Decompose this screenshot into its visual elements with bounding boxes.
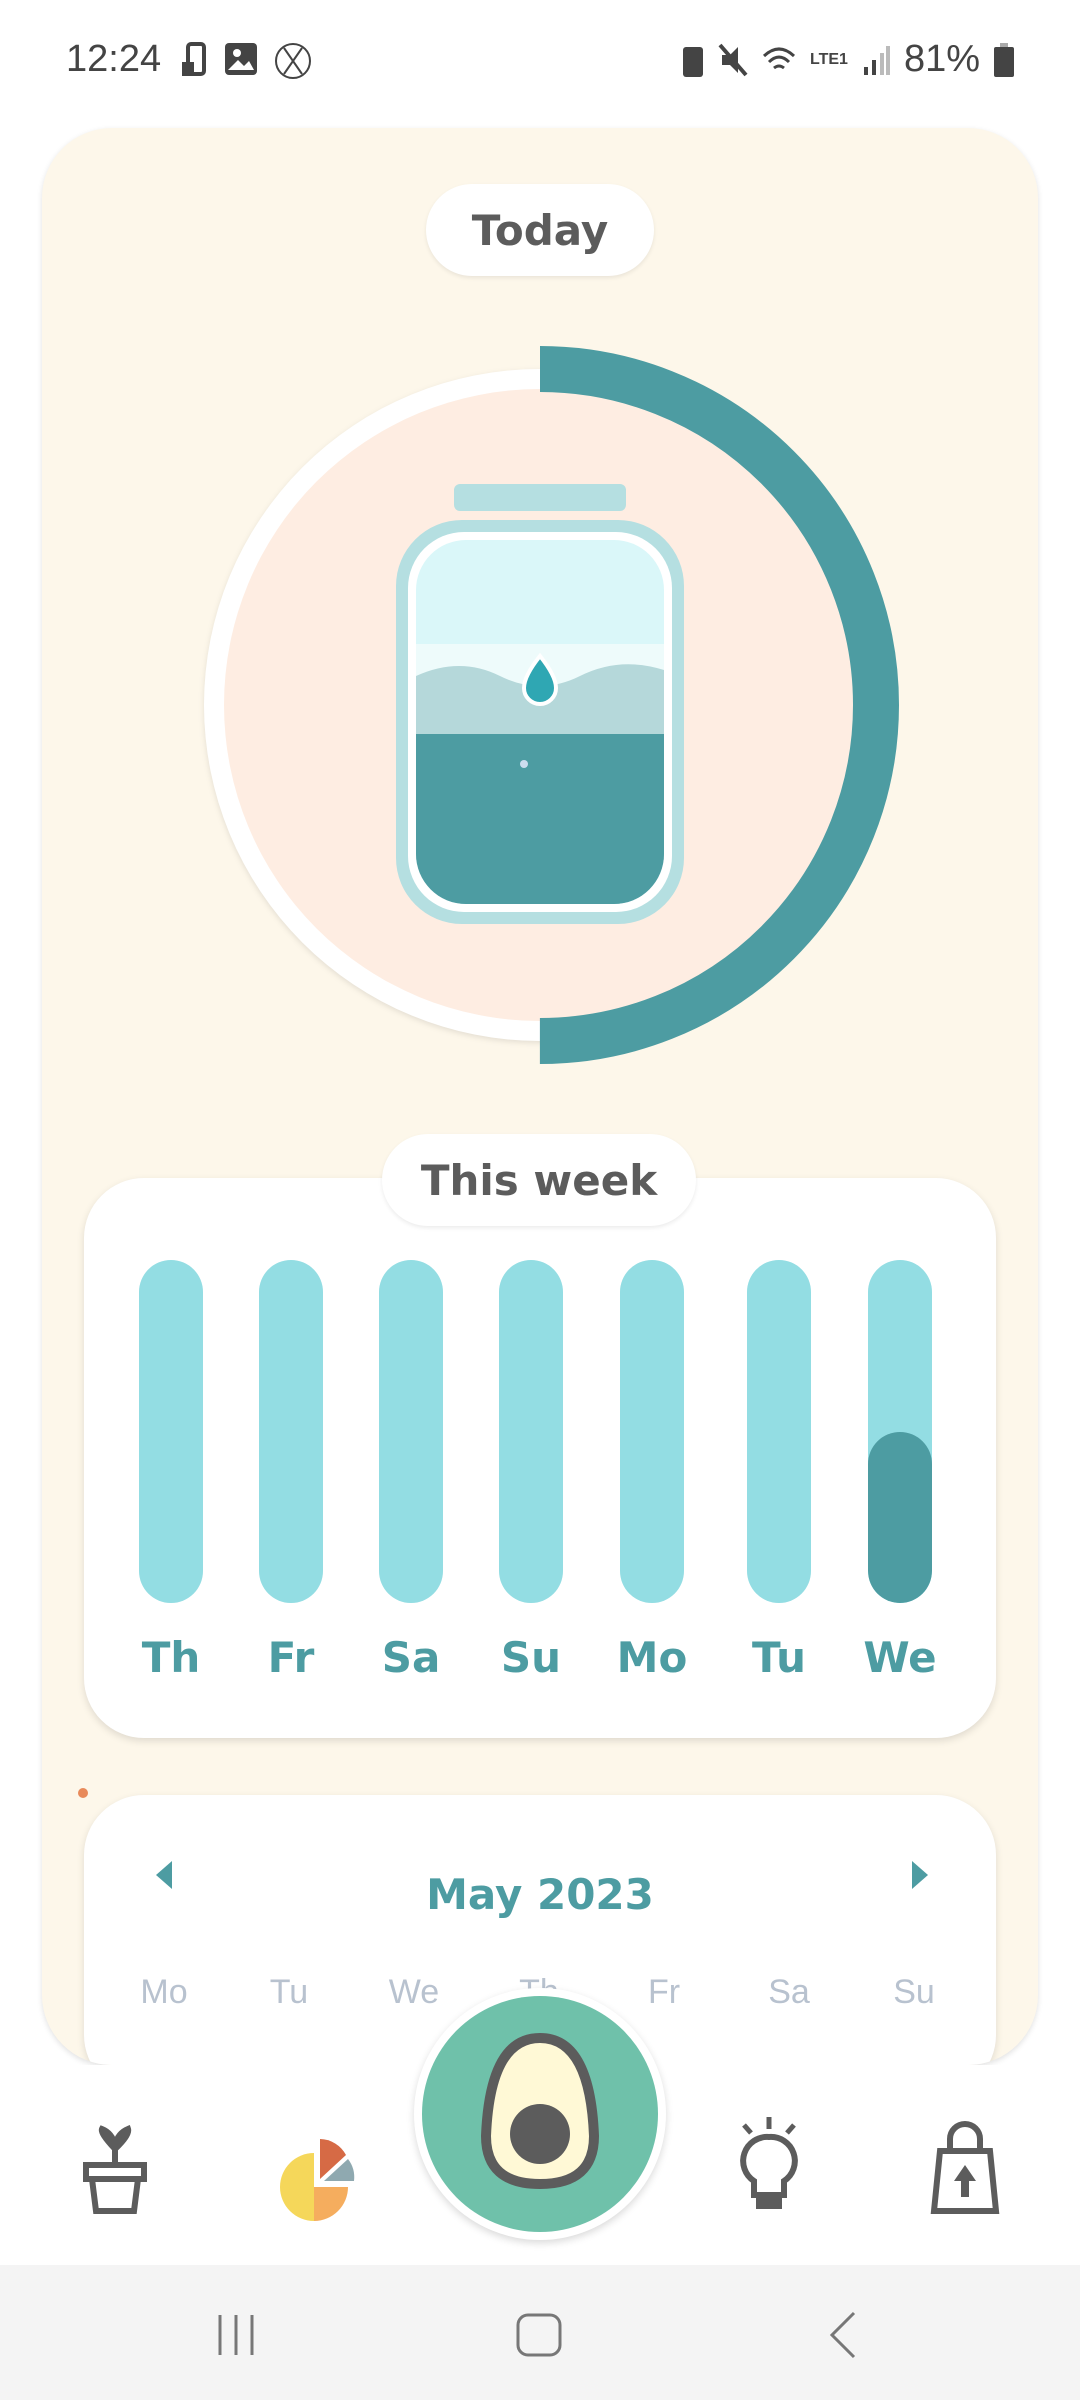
day-bar-we[interactable] <box>868 1260 932 1603</box>
day-bar-sa[interactable] <box>379 1260 443 1603</box>
next-month-button[interactable] <box>910 1859 930 1891</box>
day-label: Tu <box>752 1633 806 1682</box>
network-type: LTE1 <box>810 50 848 68</box>
this-week-label: This week <box>382 1134 696 1226</box>
phone-lock-icon <box>182 42 206 76</box>
stats-pie-icon[interactable] <box>272 2135 362 2221</box>
x-app-icon <box>275 43 311 79</box>
clock: 12:24 <box>66 38 162 80</box>
weekday-header: Tu <box>269 1973 309 2011</box>
water-jar-icon <box>396 484 684 924</box>
weekday-header: Sa <box>768 1973 810 2011</box>
back-button[interactable] <box>828 2311 858 2359</box>
day-label: Su <box>500 1633 562 1682</box>
day-label: Th <box>141 1633 201 1682</box>
day-bar-fr[interactable] <box>259 1260 323 1603</box>
avocado-icon <box>422 1996 658 2232</box>
day-label: We <box>863 1633 937 1682</box>
calendar-month-title: May 2023 <box>426 1870 654 1919</box>
shop-bag-icon[interactable] <box>930 2121 1000 2217</box>
mute-icon <box>718 43 748 76</box>
day-label: Sa <box>381 1633 441 1682</box>
today-label: Today <box>426 184 654 276</box>
system-nav-bar <box>0 2265 1080 2400</box>
this-week-card: Th Fr Sa Su Mo Tu We <box>84 1178 996 1738</box>
day-label: Mo <box>616 1633 688 1682</box>
avocado-home-button[interactable] <box>414 1988 666 2240</box>
plant-icon[interactable] <box>80 2125 150 2215</box>
battery-saver-icon <box>683 46 703 77</box>
day-label: Fr <box>267 1633 315 1682</box>
day-bar-fill <box>868 1431 932 1603</box>
indicator-dot <box>78 1788 88 1798</box>
home-button[interactable] <box>516 2313 562 2357</box>
wifi-icon <box>762 47 796 69</box>
tips-lightbulb-icon[interactable] <box>734 2115 804 2215</box>
day-bar-su[interactable] <box>499 1260 563 1603</box>
battery-percent: 81% <box>903 38 980 80</box>
image-icon <box>225 43 257 75</box>
weekday-header: Su <box>893 1973 935 2011</box>
day-bar-th[interactable] <box>139 1260 203 1603</box>
hydration-card: Today Th Fr Sa Su Mo Tu We This week May 2023 … <box>42 128 1038 2065</box>
signal-icon <box>863 45 890 75</box>
battery-icon <box>994 42 1014 77</box>
weekday-header: Mo <box>140 1973 188 2011</box>
recent-apps-button[interactable] <box>216 2315 260 2355</box>
day-bar-tu[interactable] <box>747 1260 811 1603</box>
day-bar-mo[interactable] <box>620 1260 684 1603</box>
status-bar: 12:24 LTE1 81% <box>0 0 1080 125</box>
